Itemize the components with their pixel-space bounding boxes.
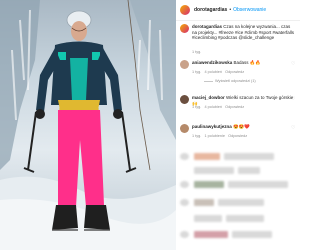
- follow-button[interactable]: Obserwowanie: [233, 7, 266, 13]
- comment-username[interactable]: aniawendzikowska: [192, 60, 232, 65]
- blurred-comment: [180, 152, 296, 161]
- caption-text: dorotagardias Czas na kolejne wyzwania..…: [192, 24, 296, 41]
- avatar-icon[interactable]: [180, 60, 189, 69]
- avatar-icon[interactable]: [180, 95, 189, 104]
- separator-dot: •: [229, 7, 232, 13]
- ice-climber-illustration: [0, 0, 176, 250]
- comment-meta: 1 tyg. 1 polubienie Odpowiedz: [192, 134, 247, 138]
- avatar-icon[interactable]: [180, 5, 190, 15]
- blurred-comment: [180, 230, 296, 239]
- caption-username[interactable]: dorotagardias: [192, 24, 222, 29]
- comment-emoji: 🔥🔥: [249, 60, 262, 65]
- view-replies-button[interactable]: Wyświetl odpowiedzi (1): [204, 79, 256, 83]
- heart-icon[interactable]: ♡: [291, 97, 296, 102]
- comment-likes[interactable]: 4 polubień: [204, 70, 222, 74]
- blurred-comment: [180, 198, 296, 207]
- reply-button[interactable]: Odpowiedz: [225, 70, 244, 74]
- comment-username[interactable]: paulinawykutjezna: [192, 124, 232, 129]
- post-side-panel: dorotagardias • Obserwowanie dorotagardi…: [176, 0, 300, 250]
- post-photo[interactable]: [0, 0, 176, 250]
- comment-likes[interactable]: 4 polubień: [204, 105, 222, 109]
- comment-item: maciej_dowbor Wielki szacun za to Twoje …: [176, 95, 300, 117]
- heart-icon[interactable]: ♡: [291, 62, 296, 67]
- comment-time: 1 tyg.: [192, 70, 202, 74]
- comment-emoji: 😍😍❤️: [233, 124, 250, 129]
- reply-button[interactable]: Odpowiedz: [225, 105, 244, 109]
- comment-username[interactable]: maciej_dowbor: [192, 95, 225, 100]
- comment-item: paulinawykutjezna 😍😍❤️ ♡ 1 tyg. 1 polubi…: [176, 124, 300, 144]
- avatar-icon[interactable]: [180, 124, 189, 133]
- comment-body: Wielki szacun za to Twoje górskie: [226, 95, 294, 100]
- comment-meta: 1 tyg. 4 polubień Odpowiedz: [192, 70, 244, 74]
- blurred-comment: [180, 214, 296, 223]
- comment-time: 1 tyg.: [192, 134, 202, 138]
- caption-time: 1 tyg.: [192, 50, 202, 54]
- replies-line: [204, 80, 213, 82]
- blurred-comment: [180, 180, 296, 189]
- comment-body: Badass: [233, 60, 249, 65]
- comment-likes[interactable]: 1 polubienie: [204, 134, 224, 138]
- view-replies-label[interactable]: Wyświetl odpowiedzi (1): [215, 79, 256, 83]
- comment-text: paulinawykutjezna 😍😍❤️: [192, 124, 296, 130]
- comment-item: aniawendzikowska Badass 🔥🔥 ♡ 1 tyg. 4 po…: [176, 60, 300, 90]
- caption-block: dorotagardias Czas na kolejne wyzwania..…: [176, 24, 300, 56]
- post-username[interactable]: dorotagardias: [194, 7, 227, 13]
- reply-button[interactable]: Odpowiedz: [228, 134, 247, 138]
- blurred-comment: [180, 166, 296, 175]
- heart-icon[interactable]: ♡: [291, 126, 296, 131]
- post-header: dorotagardias • Obserwowanie: [176, 0, 300, 21]
- avatar-icon[interactable]: [180, 24, 189, 33]
- comment-time: 1 tyg.: [192, 105, 202, 109]
- comment-text: aniawendzikowska Badass 🔥🔥: [192, 60, 296, 66]
- instagram-post-view: dorotagardias • Obserwowanie dorotagardi…: [0, 0, 300, 250]
- comment-meta: 1 tyg. 4 polubień Odpowiedz: [192, 105, 244, 109]
